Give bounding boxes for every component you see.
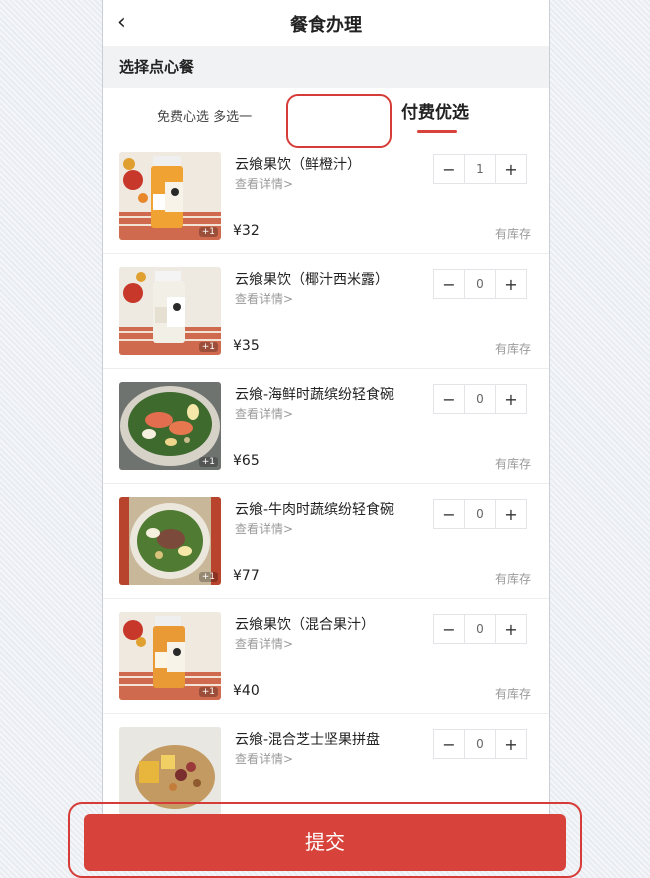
list-item: 云飨-混合芝士坚果拼盘 查看详情> − 0 + (103, 714, 549, 829)
quantity-stepper: − 1 + (433, 154, 527, 184)
decrease-button[interactable]: − (433, 499, 465, 529)
item-details-link[interactable]: 查看详情> (235, 750, 293, 767)
item-list: +1 云飨果饮（鲜橙汁） 查看详情> ¥32 有库存 − 1 + +1 云飨果饮… (103, 139, 549, 829)
item-details-link[interactable]: 查看详情> (235, 405, 293, 422)
item-price: ¥65 (233, 453, 260, 469)
item-price: ¥35 (233, 338, 260, 354)
submit-button[interactable]: 提交 (84, 814, 566, 871)
item-details-link[interactable]: 查看详情> (235, 635, 293, 652)
quantity-value[interactable]: 1 (465, 154, 495, 184)
increase-button[interactable]: + (495, 614, 527, 644)
item-stock-status: 有库存 (494, 457, 531, 471)
item-details-link[interactable]: 查看详情> (235, 175, 293, 192)
image-count-badge: +1 (198, 227, 218, 237)
page-title: 餐食办理 (290, 15, 362, 36)
item-stock-status: 有库存 (494, 342, 531, 356)
item-name: 云飨果饮（混合果汁） (235, 617, 375, 633)
tab-bar: 免费心选 多选一 付费优选 (103, 88, 549, 141)
quantity-value[interactable]: 0 (465, 269, 495, 299)
decrease-button[interactable]: − (433, 729, 465, 759)
item-name: 云飨-混合芝士坚果拼盘 (235, 732, 381, 748)
image-count-badge: +1 (198, 457, 218, 467)
image-count-badge: +1 (198, 572, 218, 582)
product-image-orange-juice[interactable]: +1 (119, 152, 221, 240)
item-price: ¥77 (233, 568, 260, 584)
increase-button[interactable]: + (495, 269, 527, 299)
quantity-value[interactable]: 0 (465, 729, 495, 759)
product-image-coconut-drink[interactable]: +1 (119, 267, 221, 355)
tab-paid-label: 付费优选 (401, 103, 469, 123)
product-image-seafood-bowl[interactable]: +1 (119, 382, 221, 470)
list-item: +1 云飨果饮（鲜橙汁） 查看详情> ¥32 有库存 − 1 + (103, 139, 549, 254)
list-item: +1 云飨果饮（椰汁西米露） 查看详情> ¥35 有库存 − 0 + (103, 254, 549, 369)
quantity-stepper: − 0 + (433, 384, 527, 414)
phone-screen: ‹ 餐食办理 选择点心餐 免费心选 多选一 付费优选 +1 云飨果饮（鲜橙汁） … (102, 0, 550, 871)
active-tab-indicator (417, 130, 457, 133)
section-title: 选择点心餐 (103, 46, 549, 88)
product-image-mixed-juice[interactable]: +1 (119, 612, 221, 700)
decrease-button[interactable]: − (433, 614, 465, 644)
item-name: 云飨-牛肉时蔬缤纷轻食碗 (235, 502, 395, 518)
increase-button[interactable]: + (495, 384, 527, 414)
tab-paid-choice[interactable]: 付费优选 (401, 98, 469, 133)
decrease-button[interactable]: − (433, 269, 465, 299)
item-stock-status: 有库存 (494, 572, 531, 586)
product-image-beef-bowl[interactable]: +1 (119, 497, 221, 585)
item-stock-status: 有库存 (494, 687, 531, 701)
tab-free-choice[interactable]: 免费心选 多选一 (157, 106, 252, 125)
quantity-value[interactable]: 0 (465, 614, 495, 644)
item-stock-status: 有库存 (494, 227, 531, 241)
item-price: ¥40 (233, 683, 260, 699)
quantity-stepper: − 0 + (433, 499, 527, 529)
item-name: 云飨-海鲜时蔬缤纷轻食碗 (235, 387, 395, 403)
decrease-button[interactable]: − (433, 384, 465, 414)
item-name: 云飨果饮（椰汁西米露） (235, 272, 389, 288)
list-item: +1 云飨-海鲜时蔬缤纷轻食碗 查看详情> ¥65 有库存 − 0 + (103, 369, 549, 484)
increase-button[interactable]: + (495, 499, 527, 529)
list-item: +1 云飨-牛肉时蔬缤纷轻食碗 查看详情> ¥77 有库存 − 0 + (103, 484, 549, 599)
quantity-value[interactable]: 0 (465, 499, 495, 529)
quantity-stepper: − 0 + (433, 614, 527, 644)
image-count-badge: +1 (198, 342, 218, 352)
item-details-link[interactable]: 查看详情> (235, 290, 293, 307)
quantity-value[interactable]: 0 (465, 384, 495, 414)
item-details-link[interactable]: 查看详情> (235, 520, 293, 537)
product-image-cheese-platter[interactable] (119, 727, 221, 815)
image-count-badge: +1 (198, 687, 218, 697)
quantity-stepper: − 0 + (433, 269, 527, 299)
item-price: ¥32 (233, 223, 260, 239)
decrease-button[interactable]: − (433, 154, 465, 184)
increase-button[interactable]: + (495, 729, 527, 759)
item-name: 云飨果饮（鲜橙汁） (235, 157, 361, 173)
increase-button[interactable]: + (495, 154, 527, 184)
nav-bar: ‹ 餐食办理 (103, 0, 549, 46)
quantity-stepper: − 0 + (433, 729, 527, 759)
list-item: +1 云飨果饮（混合果汁） 查看详情> ¥40 有库存 − 0 + (103, 599, 549, 714)
